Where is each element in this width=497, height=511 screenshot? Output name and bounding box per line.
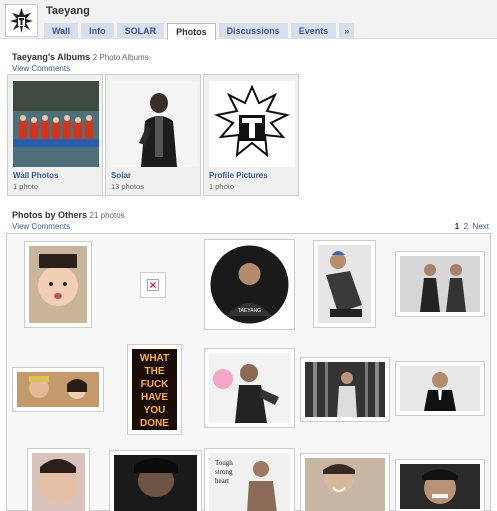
duo-photo xyxy=(400,256,480,312)
others-title: Photos by Others xyxy=(12,210,88,220)
sign-line: THE xyxy=(145,366,165,377)
grin-portrait-photo xyxy=(400,464,480,509)
broken-image-icon xyxy=(147,279,159,291)
sign-line: FUCK xyxy=(141,379,170,390)
album-count: 1 photo xyxy=(209,182,235,191)
tab-solar[interactable]: SOLAR xyxy=(116,23,165,39)
albums-count: 2 Photo Albums xyxy=(92,53,149,62)
sepia-smile-photo xyxy=(305,458,385,511)
photo-thumbnail[interactable]: WHAT THE FUCK HAVE YOU DONE xyxy=(127,344,182,435)
album-profile-pictures[interactable]: Profile Pictures 1 photo xyxy=(203,74,299,196)
crouching-photo xyxy=(318,245,371,323)
photo-thumbnail[interactable] xyxy=(12,367,104,412)
album-count: 1 photo xyxy=(13,182,39,191)
others-view-comments-link[interactable]: View Comments xyxy=(12,222,70,231)
tab-more-button[interactable]: » xyxy=(339,23,355,39)
page-title: Taeyang xyxy=(46,5,90,17)
photo-thumbnail[interactable] xyxy=(395,361,485,416)
albums-heading: Taeyang's Albums 2 Photo Albums xyxy=(12,52,149,62)
pink-gum-photo xyxy=(209,353,290,423)
album-thumbnail xyxy=(209,81,295,167)
album-wall-photos[interactable]: Wall Photos 1 photo xyxy=(7,74,103,196)
photo-text-line: Tough xyxy=(215,459,233,467)
album-count: 13 photos xyxy=(111,182,144,191)
baby-photo xyxy=(29,246,87,323)
pagination: 1 2 Next xyxy=(455,222,489,231)
sign-line: HAVE xyxy=(141,392,168,403)
album-title[interactable]: Solar xyxy=(111,171,131,180)
photo-thumbnail[interactable] xyxy=(24,241,92,328)
next-page-link[interactable]: Next xyxy=(473,222,489,231)
photo-text-line: heart xyxy=(215,477,229,485)
others-heading: Photos by Others 21 photos xyxy=(12,210,125,220)
sign-line: YOU xyxy=(144,405,166,416)
circle-portrait-photo: TAEYANG xyxy=(209,244,290,325)
broken-image-placeholder[interactable] xyxy=(140,272,166,298)
tab-discussions[interactable]: Discussions xyxy=(218,23,288,39)
closeup-photo xyxy=(32,453,85,511)
sign-line: WHAT xyxy=(140,353,169,364)
photo-thumbnail[interactable] xyxy=(109,450,202,511)
photo-thumbnail[interactable] xyxy=(27,448,90,511)
album-title[interactable]: Profile Pictures xyxy=(209,171,268,180)
sign-line: DONE xyxy=(140,418,169,429)
tough-strong-heart-photo: Tough strong heart xyxy=(209,453,290,511)
dark-portrait-photo xyxy=(114,455,197,511)
photo-text-line: strong xyxy=(215,468,233,476)
page-1-link: 1 xyxy=(454,222,460,231)
photo-thumbnail[interactable] xyxy=(313,240,376,328)
ornament-logo-icon xyxy=(6,5,37,36)
albums-row: Wall Photos 1 photo Solar 13 photos Prof… xyxy=(7,74,301,196)
photo-thumbnail[interactable] xyxy=(204,348,295,428)
albums-title: Taeyang's Albums xyxy=(12,52,91,62)
album-thumbnail xyxy=(13,81,99,167)
album-solar[interactable]: Solar 13 photos xyxy=(105,74,201,196)
others-count: 21 photos xyxy=(89,211,125,220)
neon-sign-photo: WHAT THE FUCK HAVE YOU DONE xyxy=(132,349,177,430)
photo-thumbnail[interactable] xyxy=(395,251,485,317)
page-2-link[interactable]: 2 xyxy=(464,222,468,231)
corridor-photo xyxy=(305,362,385,417)
tab-info[interactable]: Info xyxy=(81,23,114,39)
tuxedo-photo xyxy=(400,366,480,411)
photo-thumbnail[interactable]: TAEYANG xyxy=(204,239,295,330)
tab-wall[interactable]: Wall xyxy=(44,23,79,39)
photo-thumbnail[interactable] xyxy=(300,357,390,422)
photo-thumbnail[interactable] xyxy=(300,453,390,511)
albums-view-comments-link[interactable]: View Comments xyxy=(12,64,70,73)
page-avatar[interactable] xyxy=(5,4,38,37)
photos-grid: TAEYANG WHAT THE FUCK HAVE YOU DONE Toug… xyxy=(6,233,491,511)
photo-thumbnail[interactable] xyxy=(395,459,485,511)
selfie-photo xyxy=(17,372,99,407)
tab-bar: Wall Info SOLAR Photos Discussions Event… xyxy=(44,23,357,40)
album-title[interactable]: Wall Photos xyxy=(13,171,58,180)
photo-thumbnail[interactable]: Tough strong heart xyxy=(204,448,295,511)
page-header: Taeyang Wall Info SOLAR Photos Discussio… xyxy=(0,0,497,40)
album-thumbnail xyxy=(111,81,197,167)
tab-events[interactable]: Events xyxy=(290,23,337,39)
taeyang-caption: TAEYANG xyxy=(238,308,261,314)
tab-photos[interactable]: Photos xyxy=(167,23,216,40)
